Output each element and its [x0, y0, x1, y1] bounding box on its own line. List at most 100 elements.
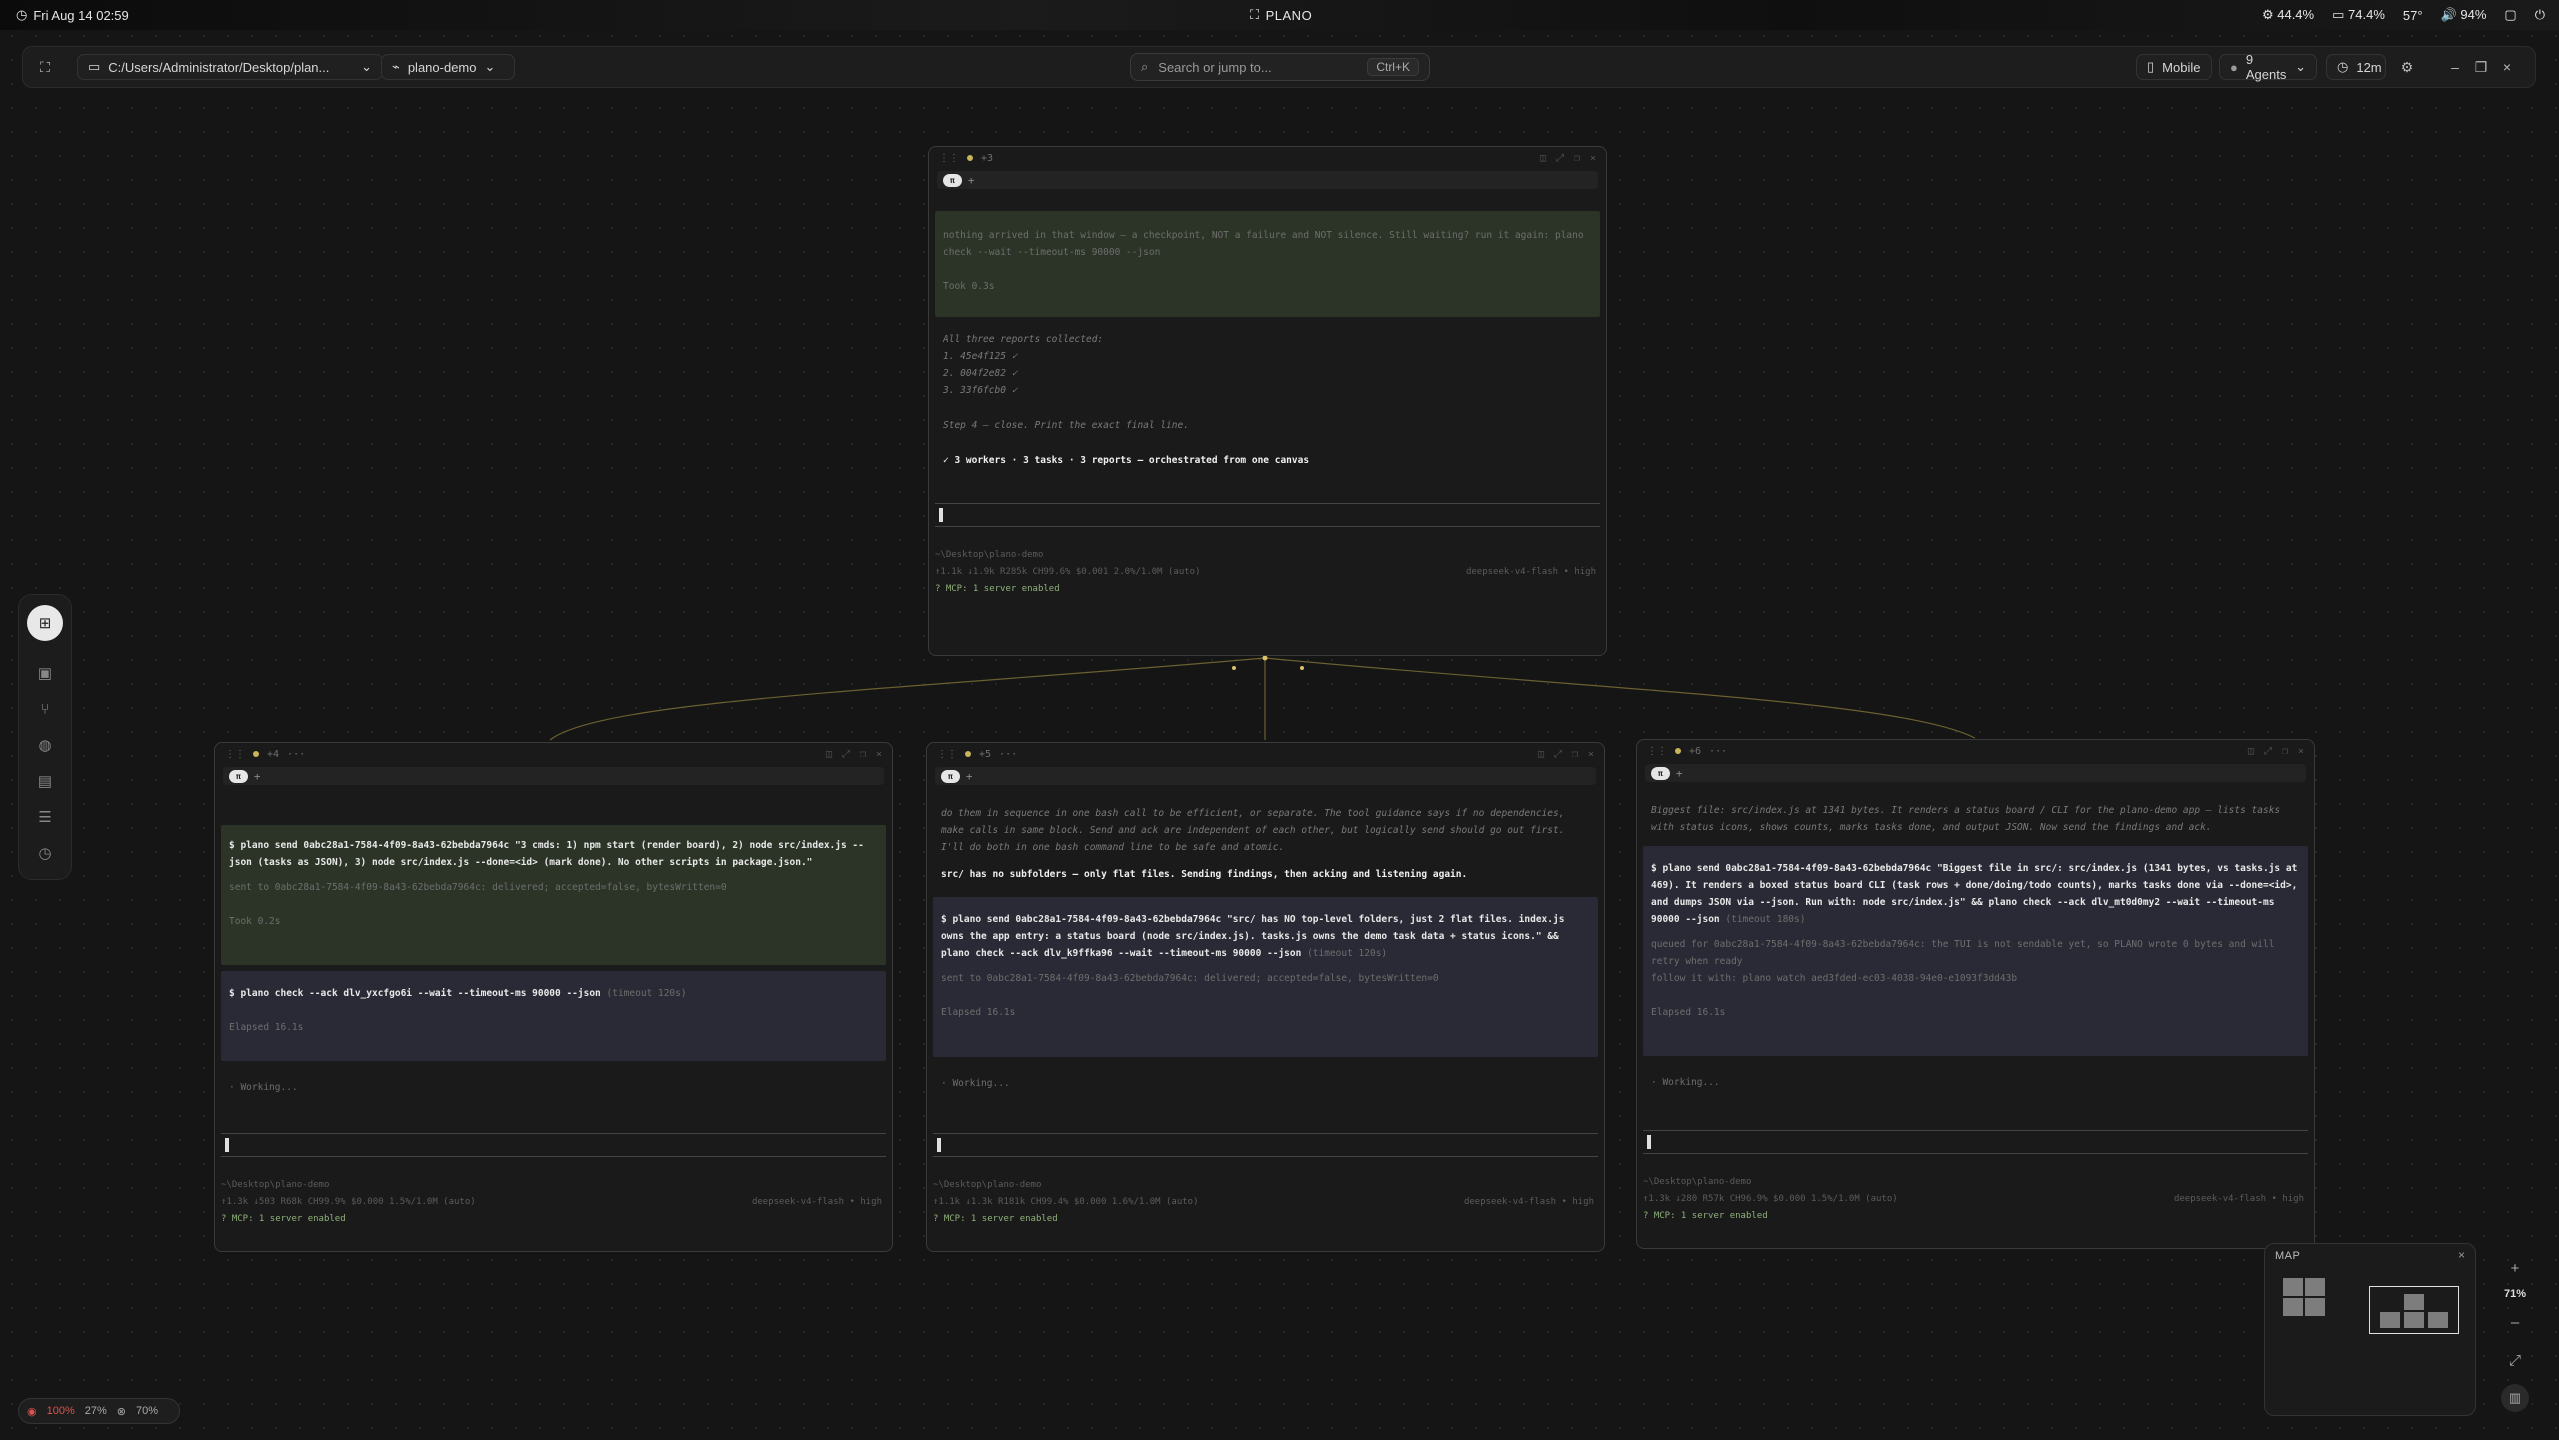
- split-icon[interactable]: ◫: [826, 749, 832, 760]
- split-icon[interactable]: ◫: [1538, 749, 1544, 760]
- cwd-label: ~\Desktop\plano-demo: [221, 1180, 330, 1190]
- prompt-input[interactable]: [935, 503, 1600, 527]
- cursor: [937, 1138, 941, 1152]
- timeout-label: (timeout 180s): [1725, 914, 1806, 925]
- grip-icon: ⋮⋮: [939, 152, 959, 164]
- took-label: Took 0.3s: [943, 281, 995, 292]
- minimap-node[interactable]: [2404, 1294, 2424, 1310]
- cursor: [939, 508, 943, 522]
- split-icon[interactable]: ◫: [1540, 153, 1546, 164]
- prompt-input[interactable]: [1643, 1130, 2308, 1154]
- popout-icon[interactable]: ❐: [2282, 746, 2288, 757]
- working-label: · Working...: [1651, 1077, 1720, 1088]
- panel-titlebar[interactable]: ⋮⋮ +3 ◫ ⤢ ❐ ×: [929, 147, 1606, 169]
- close-icon[interactable]: ×: [1590, 153, 1596, 164]
- sent-status: sent to 0abc28a1-7584-4f09-8a43-62bebda7…: [229, 882, 727, 893]
- tab-strip: π +: [937, 171, 1598, 189]
- add-tab-icon[interactable]: +: [1676, 767, 1683, 780]
- mcp-label: MCP: 1 server enabled: [943, 1214, 1058, 1224]
- zoom-level: 71%: [2503, 1288, 2527, 1300]
- cursor: [1647, 1135, 1651, 1149]
- terminal-panel-worker-2[interactable]: ⋮⋮ +5 ··· ◫ ⤢ ❐ × π + do them in sequence in …: [926, 742, 1605, 1252]
- follow-hint: follow it with: plano watch aed3fded-ec0…: [1651, 973, 2018, 984]
- working-label: · Working...: [229, 1082, 298, 1093]
- output-block: $ plano send 0abc28a1-7584-4f09-8a43-62b…: [221, 825, 886, 965]
- final-line: ✓ 3 workers · 3 tasks · 3 reports — orch…: [943, 455, 1310, 466]
- minimap-node[interactable]: [2283, 1278, 2303, 1296]
- panel-footer: ~\Desktop\plano-demo ↑1.3k ↓503 R68k CH9…: [221, 1177, 886, 1228]
- more-icon: ···: [999, 748, 1018, 760]
- panel-titlebar[interactable]: ⋮⋮ +6 ··· ◫ ⤢ ❐ ×: [1637, 740, 2314, 762]
- timeout-label: (timeout 120s): [1307, 948, 1388, 959]
- minimap-node[interactable]: [2404, 1312, 2424, 1328]
- elapsed-label: Elapsed 16.1s: [941, 1007, 1016, 1018]
- panel-titlebar[interactable]: ⋮⋮ +4 ··· ◫ ⤢ ❐ ×: [215, 743, 892, 765]
- minimap[interactable]: MAP ×: [2264, 1243, 2476, 1416]
- zoom-out-icon[interactable]: –: [2497, 1314, 2533, 1331]
- tab-pi[interactable]: π: [1651, 766, 1670, 780]
- zoom-in-icon[interactable]: +: [2497, 1260, 2533, 1277]
- status-dot-icon: [967, 155, 973, 161]
- close-icon[interactable]: ×: [876, 749, 882, 760]
- map-toggle-icon[interactable]: ▥: [2501, 1384, 2529, 1412]
- add-tab-icon[interactable]: +: [254, 770, 261, 783]
- expand-icon[interactable]: ⤢: [842, 749, 850, 760]
- expand-icon[interactable]: ⤢: [2264, 746, 2272, 757]
- prompt-input[interactable]: [221, 1133, 886, 1157]
- close-icon[interactable]: ×: [1588, 749, 1594, 760]
- cursor: [225, 1138, 229, 1152]
- popout-icon[interactable]: ❐: [1572, 749, 1578, 760]
- grip-icon: ⋮⋮: [937, 748, 957, 760]
- tab-strip: π +: [935, 767, 1596, 785]
- terminal-output: $ plano send 0abc28a1-7584-4f09-8a43-62b…: [221, 825, 886, 1096]
- minimap-node[interactable]: [2305, 1278, 2325, 1296]
- mcp-label: MCP: 1 server enabled: [945, 584, 1060, 594]
- usage-stats: ↑1.1k ↓1.3k R181k CH99.4% $0.000 1.6%/1.…: [933, 1197, 1199, 1207]
- queued-status: queued for 0abc28a1-7584-4f09-8a43-62beb…: [1651, 939, 2275, 967]
- summary-text: src/ has no subfolders — only flat files…: [941, 869, 1468, 880]
- status-dot-icon: [1675, 748, 1681, 754]
- minimap-node[interactable]: [2283, 1298, 2303, 1316]
- more-icon: ···: [1709, 745, 1728, 757]
- report-item: 2. 004f2e82 ✓: [943, 368, 1018, 379]
- expand-icon[interactable]: ⤢: [1554, 749, 1562, 760]
- report-item: 3. 33f6fcb0 ✓: [943, 385, 1018, 396]
- prompt-input[interactable]: [933, 1133, 1598, 1157]
- add-tab-icon[interactable]: +: [966, 770, 973, 783]
- popout-icon[interactable]: ❐: [1574, 153, 1580, 164]
- working-label: · Working...: [941, 1078, 1010, 1089]
- split-icon[interactable]: ◫: [2248, 746, 2254, 757]
- tab-pi[interactable]: π: [941, 769, 960, 783]
- elapsed-label: Elapsed 16.1s: [1651, 1007, 1726, 1018]
- fit-view-icon[interactable]: ⤢: [2497, 1352, 2533, 1369]
- terminal-panel-worker-3[interactable]: ⋮⋮ +6 ··· ◫ ⤢ ❐ × π + Biggest file: src/index…: [1636, 739, 2315, 1249]
- terminal-panel-orchestrator[interactable]: ⋮⋮ +3 ◫ ⤢ ❐ × π + nothing arrived in that wi…: [928, 146, 1607, 656]
- cwd-label: ~\Desktop\plano-demo: [933, 1180, 1042, 1190]
- expand-icon[interactable]: ⤢: [1556, 153, 1564, 164]
- add-tab-icon[interactable]: +: [968, 174, 975, 187]
- step-label: Step 4 — close. Print the exact final li…: [943, 420, 1189, 431]
- record-icon[interactable]: ◉: [27, 1405, 37, 1418]
- minimap-node[interactable]: [2428, 1312, 2448, 1328]
- took-label: Took 0.2s: [229, 916, 281, 927]
- minimap-node[interactable]: [2380, 1312, 2400, 1328]
- status-dot-icon: [253, 751, 259, 757]
- popout-icon[interactable]: ❐: [860, 749, 866, 760]
- command-text: $ plano send 0abc28a1-7584-4f09-8a43-62b…: [229, 840, 864, 868]
- tab-pi[interactable]: π: [229, 769, 248, 783]
- info-icon: ?: [1643, 1211, 1649, 1221]
- mcp-label: MCP: 1 server enabled: [231, 1214, 346, 1224]
- panel-titlebar[interactable]: ⋮⋮ +5 ··· ◫ ⤢ ❐ ×: [927, 743, 1604, 765]
- timeout-label: (timeout 120s): [606, 988, 687, 999]
- close-circle-icon[interactable]: ⊗: [117, 1405, 126, 1418]
- terminal-panel-worker-1[interactable]: ⋮⋮ +4 ··· ◫ ⤢ ❐ × π + $ plano send 0abc28a1-7…: [214, 742, 893, 1252]
- minimap-node[interactable]: [2305, 1298, 2325, 1316]
- tab-pi[interactable]: π: [943, 173, 962, 187]
- terminal-output: do them in sequence in one bash call to …: [933, 805, 1598, 1092]
- close-icon[interactable]: ×: [2298, 746, 2304, 757]
- output-block: nothing arrived in that window — a check…: [935, 211, 1600, 317]
- status-dot-icon: [965, 751, 971, 757]
- close-icon[interactable]: ×: [2458, 1248, 2465, 1262]
- command-text: $ plano send 0abc28a1-7584-4f09-8a43-62b…: [941, 914, 1565, 959]
- more-icon: ···: [287, 748, 306, 760]
